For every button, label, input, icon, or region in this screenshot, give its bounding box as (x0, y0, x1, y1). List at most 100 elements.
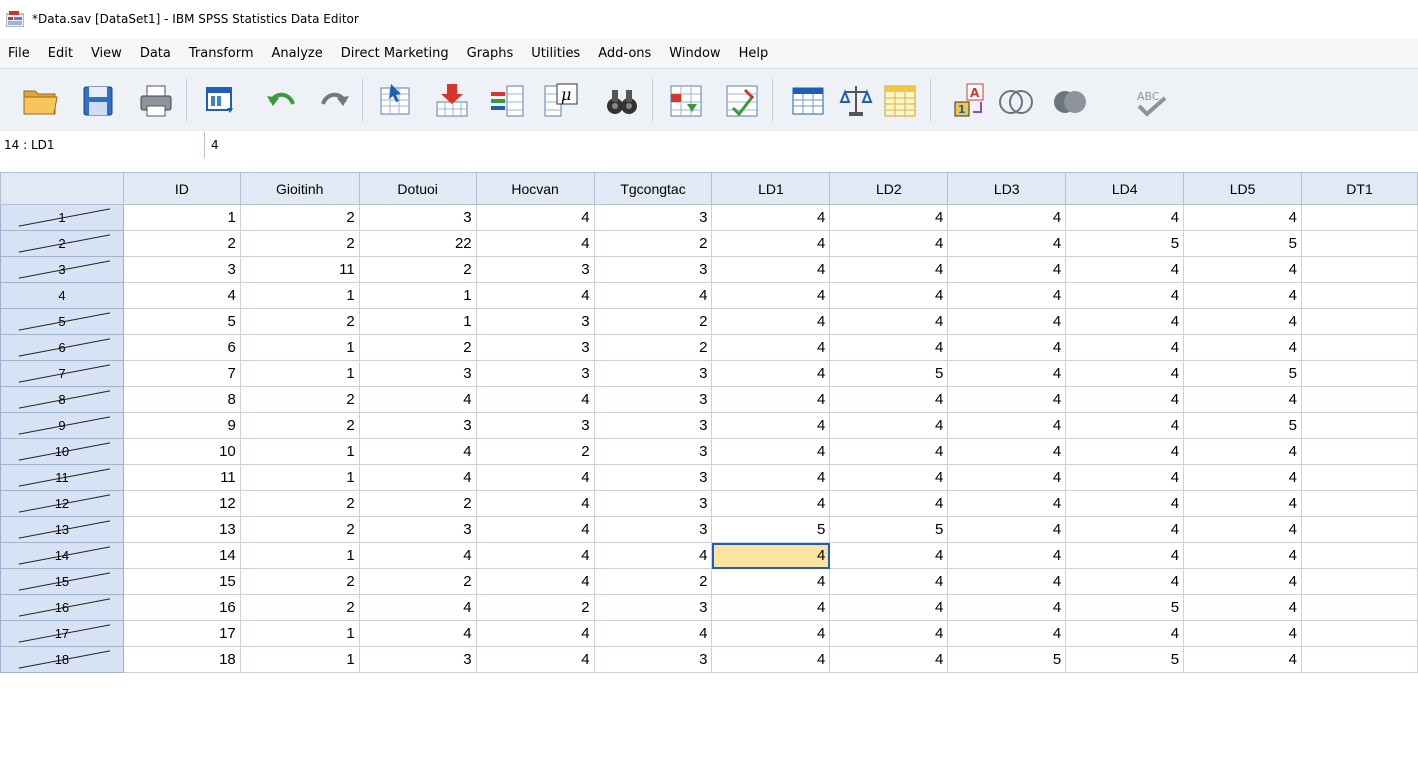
cell-id[interactable]: 18 (122, 646, 241, 673)
cell-ld3[interactable]: 4 (947, 204, 1067, 231)
cell-dt1[interactable] (1301, 204, 1418, 231)
cell-tgcongtac[interactable]: 2 (593, 334, 713, 361)
column-header-ld3[interactable]: LD3 (947, 172, 1067, 205)
cell-ld3[interactable]: 4 (947, 464, 1067, 491)
cell-dotuoi[interactable]: 4 (358, 464, 477, 491)
cell-tgcongtac[interactable]: 3 (593, 516, 713, 543)
cell-gioitinh[interactable]: 2 (239, 594, 360, 621)
row-header[interactable]: 3 (0, 256, 124, 283)
cell-dotuoi[interactable]: 2 (358, 490, 477, 517)
cell-tgcongtac[interactable]: 3 (593, 490, 713, 517)
cell-id[interactable]: 4 (122, 282, 241, 309)
cell-tgcongtac[interactable]: 3 (593, 594, 713, 621)
cell-tgcongtac[interactable]: 2 (593, 308, 713, 335)
cell-ld3[interactable]: 5 (947, 646, 1067, 673)
cell-ld4[interactable]: 4 (1065, 334, 1185, 361)
cell-ld4[interactable]: 4 (1065, 256, 1185, 283)
column-header-dotuoi[interactable]: Dotuoi (358, 172, 477, 205)
weight-cases-icon[interactable] (836, 81, 876, 121)
cell-tgcongtac[interactable]: 3 (593, 464, 713, 491)
cell-gioitinh[interactable]: 2 (239, 516, 360, 543)
cell-hocvan[interactable]: 4 (475, 282, 595, 309)
cell-dt1[interactable] (1301, 646, 1418, 673)
insert-variable-icon[interactable] (722, 81, 762, 121)
cell-dt1[interactable] (1301, 412, 1418, 439)
cell-gioitinh[interactable]: 2 (239, 386, 360, 413)
cell-id[interactable]: 10 (122, 438, 241, 465)
cell-ld1[interactable]: 4 (711, 256, 831, 283)
cell-ld1[interactable]: 4 (711, 568, 831, 595)
cell-hocvan[interactable]: 3 (475, 360, 595, 387)
cell-ld2[interactable]: 4 (829, 308, 949, 335)
column-header-ld5[interactable]: LD5 (1183, 172, 1303, 205)
cell-id[interactable]: 13 (122, 516, 241, 543)
cell-ld4[interactable]: 4 (1065, 360, 1185, 387)
cell-ld3[interactable]: 4 (947, 438, 1067, 465)
selected-cell[interactable]: 4 (711, 542, 831, 569)
cell-ld4[interactable]: 4 (1065, 282, 1185, 309)
row-header[interactable]: 16 (0, 594, 124, 621)
cell-ld5[interactable]: 4 (1183, 308, 1303, 335)
menu-help[interactable]: Help (731, 46, 777, 61)
descriptive-statistics-icon[interactable]: μ (540, 81, 580, 121)
cell-ld2[interactable]: 4 (829, 438, 949, 465)
select-cases-icon[interactable] (880, 81, 920, 121)
menu-utilities[interactable]: Utilities (523, 46, 588, 61)
cell-ld2[interactable]: 4 (829, 334, 949, 361)
cell-ld4[interactable]: 4 (1065, 490, 1185, 517)
cell-gioitinh[interactable]: 1 (239, 464, 360, 491)
menu-transform[interactable]: Transform (181, 46, 262, 61)
cell-id[interactable]: 12 (122, 490, 241, 517)
cell-ld2[interactable]: 4 (829, 568, 949, 595)
cell-dotuoi[interactable]: 4 (358, 386, 477, 413)
cell-ld5[interactable]: 4 (1183, 334, 1303, 361)
row-header[interactable]: 18 (0, 646, 124, 673)
cell-hocvan[interactable]: 4 (475, 542, 595, 569)
cell-ld3[interactable]: 4 (947, 334, 1067, 361)
row-header[interactable]: 8 (0, 386, 124, 413)
cell-ld3[interactable]: 4 (947, 412, 1067, 439)
cell-dotuoi[interactable]: 1 (358, 308, 477, 335)
grid-corner[interactable] (0, 172, 124, 205)
cell-hocvan[interactable]: 4 (475, 386, 595, 413)
row-header[interactable]: 13 (0, 516, 124, 543)
row-header[interactable]: 12 (0, 490, 124, 517)
cell-dotuoi[interactable]: 2 (358, 256, 477, 283)
spell-check-icon[interactable]: ABC (1132, 81, 1172, 121)
cell-tgcongtac[interactable]: 4 (593, 620, 713, 647)
column-header-gioitinh[interactable]: Gioitinh (239, 172, 360, 205)
open-folder-icon[interactable] (20, 81, 60, 121)
cell-ld1[interactable]: 4 (711, 386, 831, 413)
row-header[interactable]: 9 (0, 412, 124, 439)
cell-ld2[interactable]: 4 (829, 594, 949, 621)
cell-id[interactable]: 7 (122, 360, 241, 387)
cell-dt1[interactable] (1301, 542, 1418, 569)
menu-analyze[interactable]: Analyze (264, 46, 331, 61)
cell-ld4[interactable]: 4 (1065, 542, 1185, 569)
cell-gioitinh[interactable]: 2 (239, 308, 360, 335)
row-header[interactable]: 14 (0, 542, 124, 569)
cell-ld5[interactable]: 4 (1183, 438, 1303, 465)
cell-hocvan[interactable]: 2 (475, 438, 595, 465)
cell-ld5[interactable]: 4 (1183, 568, 1303, 595)
split-file-icon[interactable] (788, 81, 828, 121)
cell-ld2[interactable]: 5 (829, 516, 949, 543)
cell-id[interactable]: 16 (122, 594, 241, 621)
cell-dt1[interactable] (1301, 308, 1418, 335)
cell-id[interactable]: 3 (122, 256, 241, 283)
cell-dotuoi[interactable]: 2 (358, 334, 477, 361)
cell-ld2[interactable]: 4 (829, 230, 949, 257)
column-header-dt1[interactable]: DT1 (1301, 172, 1418, 205)
cell-ld3[interactable]: 4 (947, 386, 1067, 413)
row-header[interactable]: 4 (0, 282, 124, 309)
cell-ld4[interactable]: 5 (1065, 230, 1185, 257)
cell-ld4[interactable]: 4 (1065, 464, 1185, 491)
cell-ld1[interactable]: 4 (711, 334, 831, 361)
cell-hocvan[interactable]: 3 (475, 308, 595, 335)
cell-ld3[interactable]: 4 (947, 360, 1067, 387)
column-header-id[interactable]: ID (122, 172, 241, 205)
cell-hocvan[interactable]: 4 (475, 646, 595, 673)
cell-dotuoi[interactable]: 4 (358, 542, 477, 569)
cell-ld5[interactable]: 5 (1183, 412, 1303, 439)
cell-id[interactable]: 17 (122, 620, 241, 647)
